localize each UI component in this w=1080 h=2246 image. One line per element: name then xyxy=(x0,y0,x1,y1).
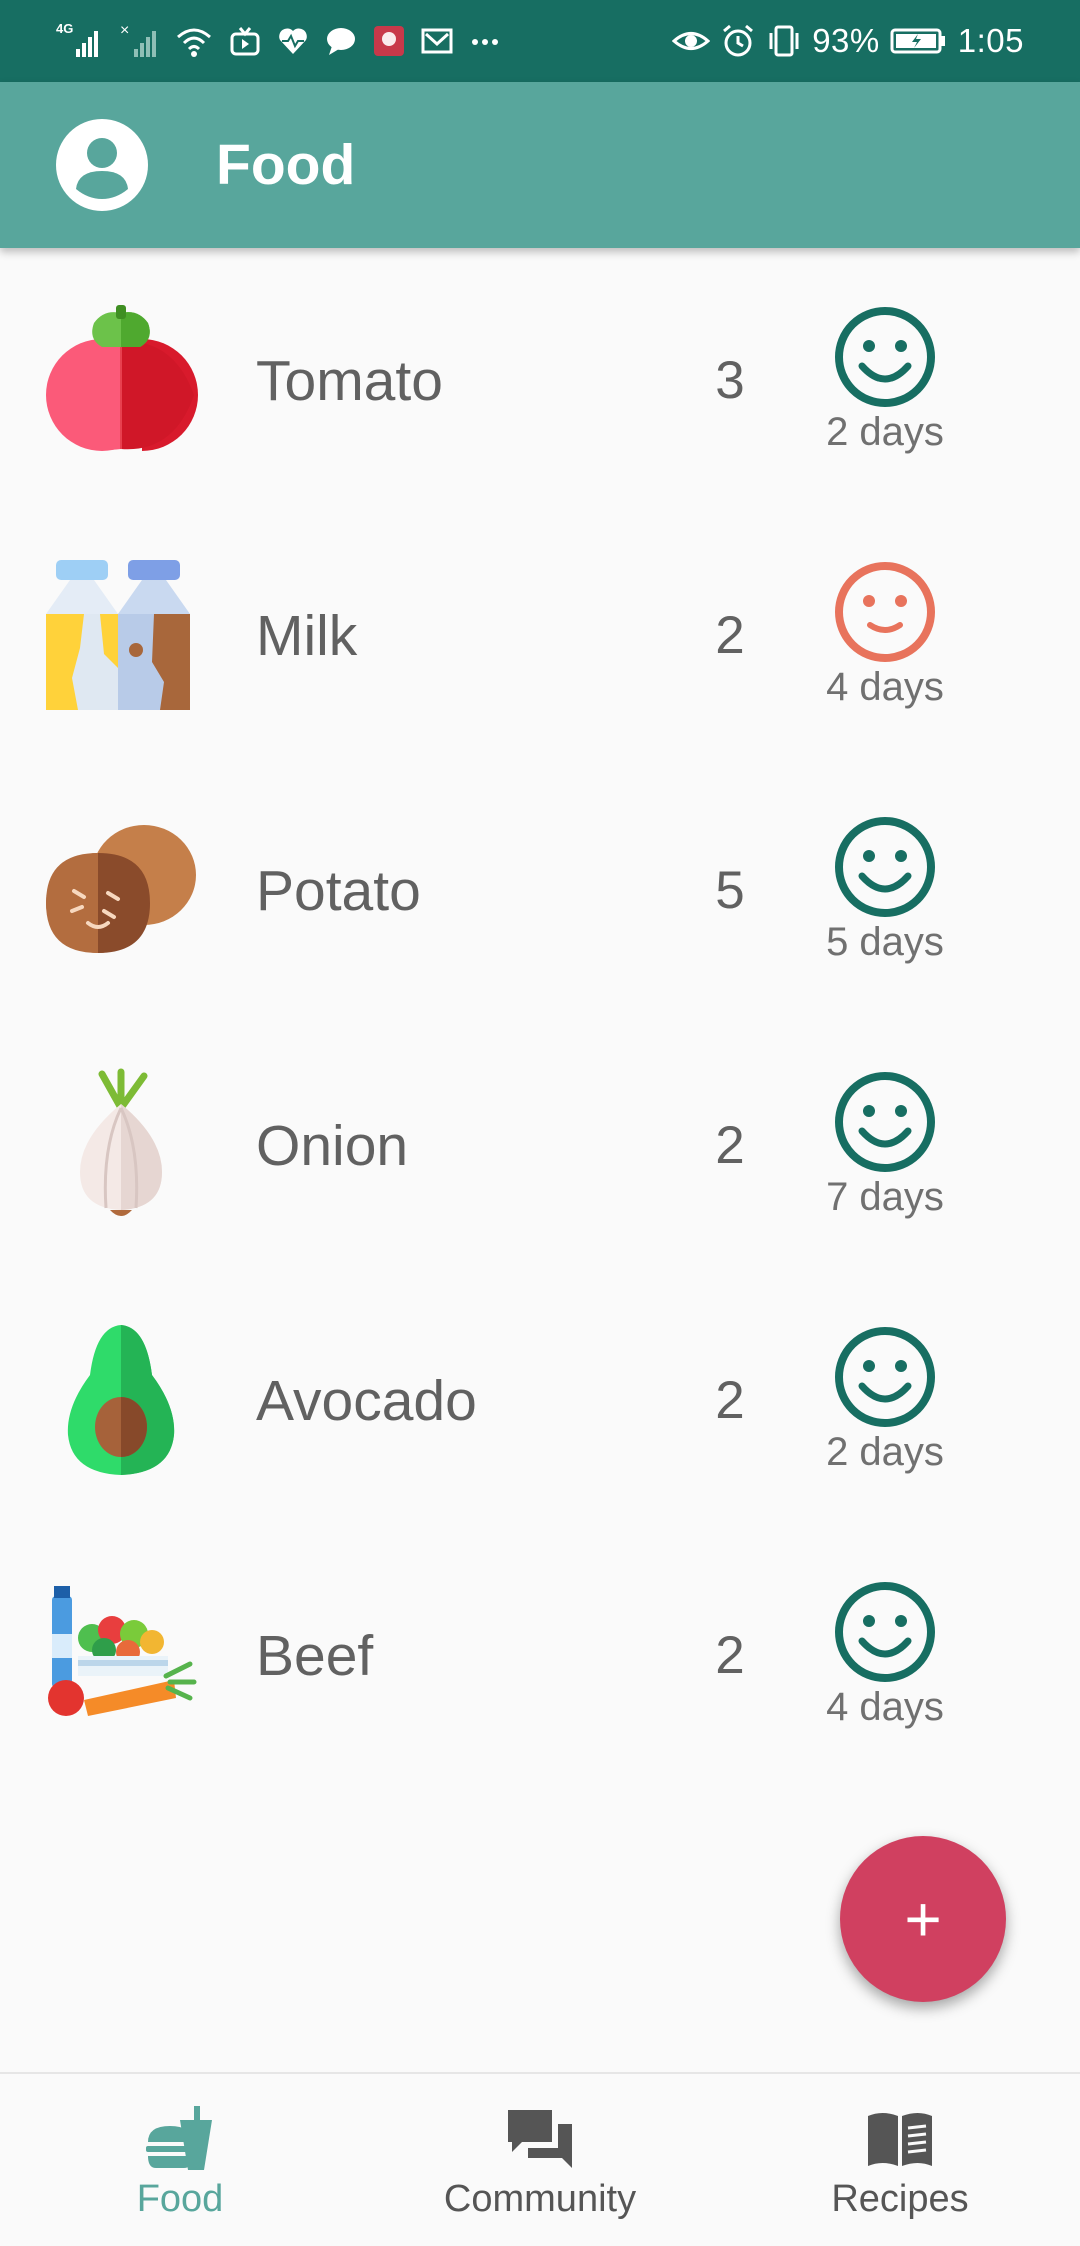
page-title: Food xyxy=(216,133,356,197)
item-quantity: 2 xyxy=(715,1116,745,1175)
item-name: Potato xyxy=(256,859,421,923)
wifi-icon xyxy=(177,28,211,57)
app-bar: Food xyxy=(0,82,1080,248)
days-left: 4 days xyxy=(826,665,944,709)
account-circle-icon[interactable] xyxy=(56,119,148,211)
item-name: Avocado xyxy=(256,1369,477,1433)
avocado-icon xyxy=(67,1325,175,1475)
battery-icon xyxy=(890,28,945,54)
list-item[interactable]: Potato 5 5 days xyxy=(0,758,1080,1013)
eye-icon xyxy=(672,32,711,50)
clock: 1:05 xyxy=(957,22,1024,59)
groceries-icon xyxy=(48,1586,197,1716)
item-name: Milk xyxy=(256,604,358,668)
add-food-button[interactable]: + xyxy=(840,1836,1006,2002)
item-quantity: 2 xyxy=(715,1371,745,1430)
nav-label: Recipes xyxy=(831,2178,969,2220)
chat-icon xyxy=(327,28,355,55)
item-name: Tomato xyxy=(256,349,443,413)
days-left: 2 days xyxy=(826,410,944,454)
item-quantity: 2 xyxy=(715,606,745,665)
bottom-navigation: Food Community Recipes xyxy=(0,2072,1080,2246)
nav-item-community[interactable]: Community xyxy=(360,2074,720,2246)
days-left: 5 days xyxy=(826,920,944,964)
smile-icon xyxy=(835,1582,935,1682)
potato-icon xyxy=(46,825,196,953)
item-quantity: 2 xyxy=(715,1626,745,1685)
nav-item-food[interactable]: Food xyxy=(0,2074,360,2246)
food-icon xyxy=(146,2106,212,2170)
svg-text:×: × xyxy=(120,22,129,39)
more-icon xyxy=(472,39,498,45)
list-item[interactable]: Tomato 3 2 days xyxy=(0,248,1080,503)
status-right-icons: 93% 1:05 xyxy=(672,18,1024,64)
nav-item-recipes[interactable]: Recipes xyxy=(720,2074,1080,2246)
plus-icon: + xyxy=(904,1883,942,1955)
item-name: Onion xyxy=(256,1114,409,1178)
list-item[interactable]: Avocado 2 2 days xyxy=(0,1268,1080,1523)
onion-icon xyxy=(80,1068,162,1216)
nav-label: Food xyxy=(136,2178,224,2220)
battery-percent: 93% xyxy=(812,22,880,59)
item-quantity: 3 xyxy=(715,351,745,410)
smile-icon xyxy=(835,817,935,917)
days-left: 2 days xyxy=(826,1430,944,1474)
status-bar: 4G × 93% 1:05 xyxy=(0,0,1080,82)
svg-text:4G: 4G xyxy=(56,21,73,36)
community-icon xyxy=(508,2110,572,2168)
smile-icon xyxy=(835,562,935,662)
item-name: Beef xyxy=(256,1624,374,1688)
list-item[interactable]: Milk 2 4 days xyxy=(0,503,1080,758)
signal-icon: 4G xyxy=(56,21,98,57)
app-icon xyxy=(374,26,404,56)
tv-icon xyxy=(230,27,260,56)
alarm-icon xyxy=(723,24,754,57)
status-left-icons: 4G × xyxy=(56,18,502,64)
mail-icon xyxy=(421,28,453,54)
vibrate-icon xyxy=(769,25,799,57)
smile-icon xyxy=(835,307,935,407)
smile-icon xyxy=(835,1327,935,1427)
smile-icon xyxy=(835,1072,935,1172)
no-signal-icon: × xyxy=(120,22,156,57)
days-left: 4 days xyxy=(826,1685,944,1729)
item-quantity: 5 xyxy=(715,861,745,920)
list-item[interactable]: Onion 2 7 days xyxy=(0,1013,1080,1268)
days-left: 7 days xyxy=(826,1175,944,1219)
milk-icon xyxy=(46,560,190,710)
tomato-icon xyxy=(46,305,198,451)
nav-label: Community xyxy=(443,2178,637,2220)
food-list: Tomato 3 2 days Milk 2 4 days Potato 5 5… xyxy=(0,248,1080,1778)
recipes-icon xyxy=(868,2113,932,2166)
health-icon xyxy=(279,28,307,54)
list-item[interactable]: Beef 2 4 days xyxy=(0,1523,1080,1778)
